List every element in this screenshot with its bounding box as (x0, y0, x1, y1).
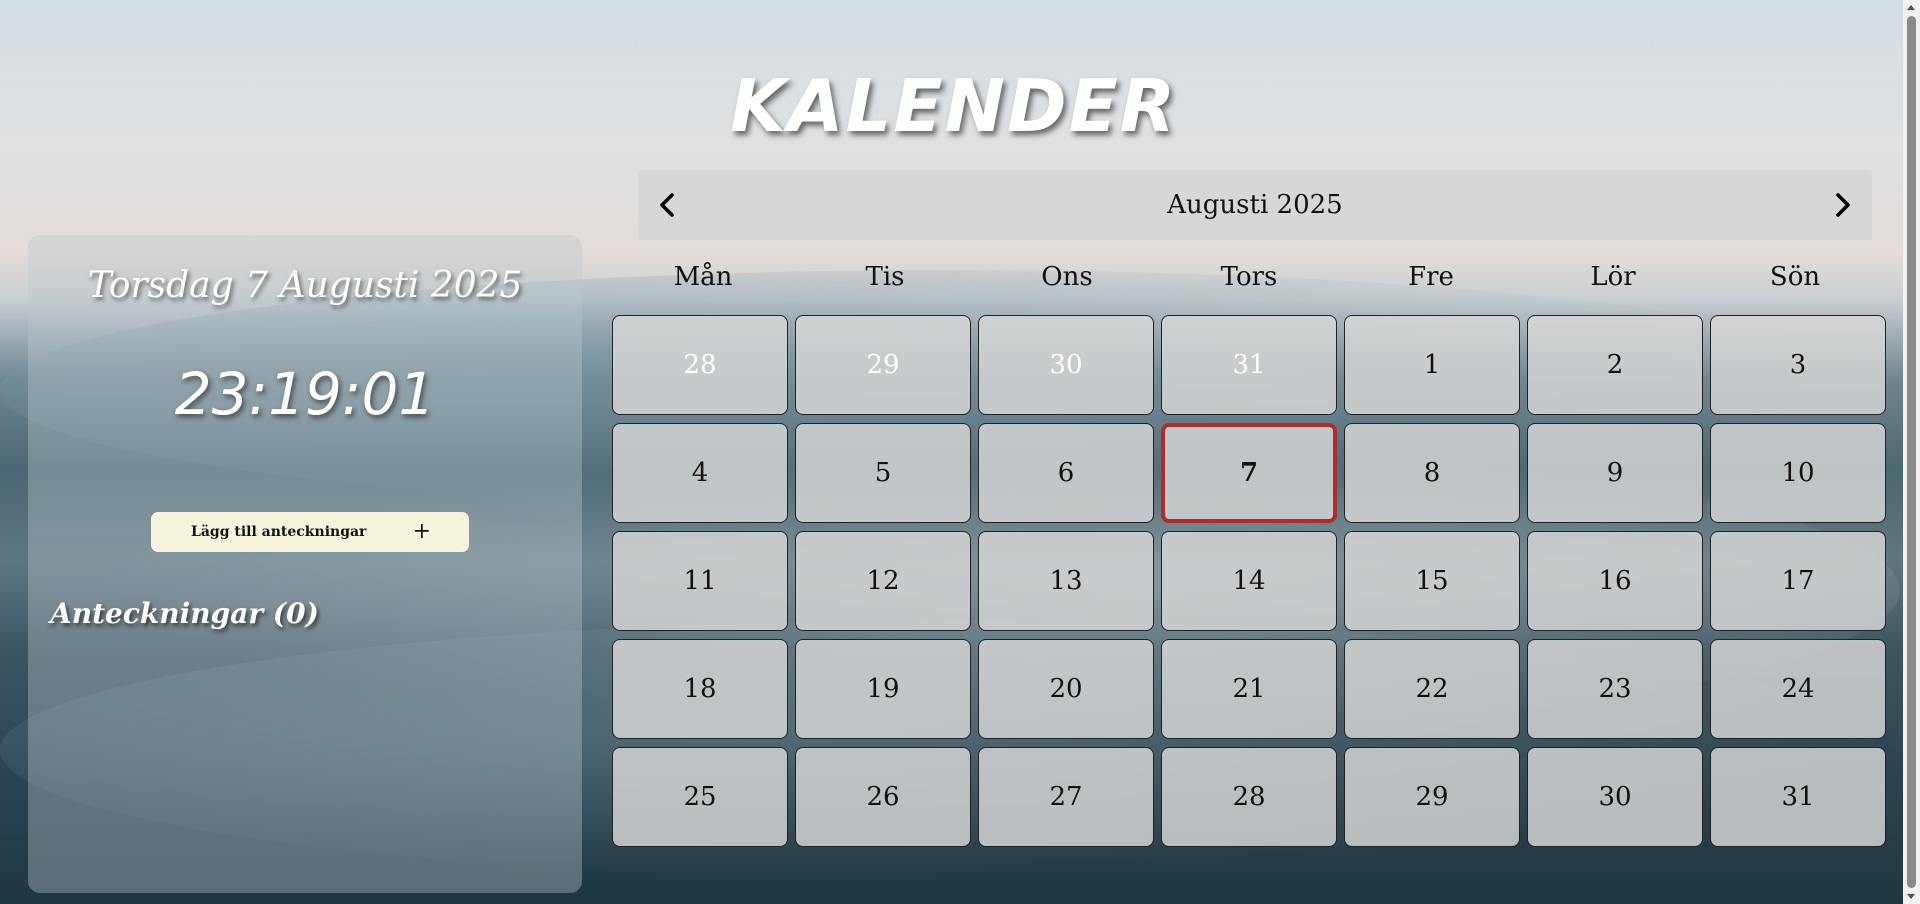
day-cell[interactable]: 15 (1344, 531, 1520, 631)
scroll-thumb[interactable] (1907, 16, 1916, 888)
day-cell[interactable]: 31 (1710, 747, 1886, 847)
day-cell[interactable]: 27 (978, 747, 1154, 847)
day-cell[interactable]: 29 (795, 315, 971, 415)
chevron-right-icon (1836, 193, 1850, 217)
weekday-label: Mån (673, 262, 733, 292)
prev-month-button[interactable] (652, 189, 684, 221)
day-cell[interactable]: 6 (978, 423, 1154, 523)
scrollbar[interactable] (1903, 0, 1920, 904)
next-month-button[interactable] (1826, 189, 1858, 221)
day-cell[interactable]: 11 (612, 531, 788, 631)
add-note-label: Lägg till anteckningar (191, 524, 367, 540)
weekday-label: Tors (1220, 262, 1278, 292)
day-cell[interactable]: 8 (1344, 423, 1520, 523)
day-cell[interactable]: 12 (795, 531, 971, 631)
add-note-button[interactable]: Lägg till anteckningar + (151, 512, 469, 552)
chevron-left-icon (660, 193, 674, 217)
day-cell[interactable]: 2 (1527, 315, 1703, 415)
current-date: Torsdag 7 Augusti 2025 (87, 265, 523, 306)
day-cell[interactable]: 13 (978, 531, 1154, 631)
day-cell[interactable]: 28 (612, 315, 788, 415)
page-title: KALENDER (730, 64, 1178, 149)
day-cell[interactable]: 19 (795, 639, 971, 739)
weekday-label: Sön (1769, 262, 1821, 292)
day-cell[interactable]: 20 (978, 639, 1154, 739)
month-navigation: Augusti 2025 (638, 170, 1872, 240)
day-cell[interactable]: 5 (795, 423, 971, 523)
day-cell[interactable]: 16 (1527, 531, 1703, 631)
day-cell[interactable]: 30 (978, 315, 1154, 415)
weekday-label: Lör (1590, 262, 1636, 292)
calendar-grid: 28 29 30 31 1 2 3 4 5 6 7 8 9 10 11 12 13 14 15 16 17 18 19 20 2… (612, 315, 1886, 847)
day-cell[interactable]: 9 (1527, 423, 1703, 523)
day-cell[interactable]: 26 (795, 747, 971, 847)
day-cell[interactable]: 1 (1344, 315, 1520, 415)
day-cell-today[interactable]: 7 (1161, 423, 1337, 523)
day-cell[interactable]: 4 (612, 423, 788, 523)
info-panel: Torsdag 7 Augusti 2025 23:19:01 Lägg til… (28, 235, 582, 893)
day-cell[interactable]: 21 (1161, 639, 1337, 739)
plus-icon: + (412, 519, 431, 544)
day-cell[interactable]: 3 (1710, 315, 1886, 415)
day-cell[interactable]: 22 (1344, 639, 1520, 739)
weekday-label: Ons (1041, 262, 1093, 292)
day-cell[interactable]: 24 (1710, 639, 1886, 739)
scroll-up-icon[interactable] (1907, 5, 1915, 10)
day-cell[interactable]: 30 (1527, 747, 1703, 847)
day-cell[interactable]: 18 (612, 639, 788, 739)
day-cell[interactable]: 10 (1710, 423, 1886, 523)
day-cell[interactable]: 14 (1161, 531, 1337, 631)
weekday-label: Tis (865, 262, 905, 292)
notes-heading: Anteckningar (0) (50, 597, 319, 630)
day-cell[interactable]: 23 (1527, 639, 1703, 739)
clock: 23:19:01 (174, 360, 436, 428)
day-cell[interactable]: 29 (1344, 747, 1520, 847)
day-cell[interactable]: 31 (1161, 315, 1337, 415)
scroll-down-icon[interactable] (1907, 894, 1915, 899)
day-cell[interactable]: 25 (612, 747, 788, 847)
day-cell[interactable]: 17 (1710, 531, 1886, 631)
weekday-label: Fre (1408, 262, 1454, 292)
day-cell[interactable]: 28 (1161, 747, 1337, 847)
weekday-header: Mån Tis Ons Tors Fre Lör Sön (612, 255, 1886, 299)
month-label: Augusti 2025 (1167, 190, 1343, 220)
